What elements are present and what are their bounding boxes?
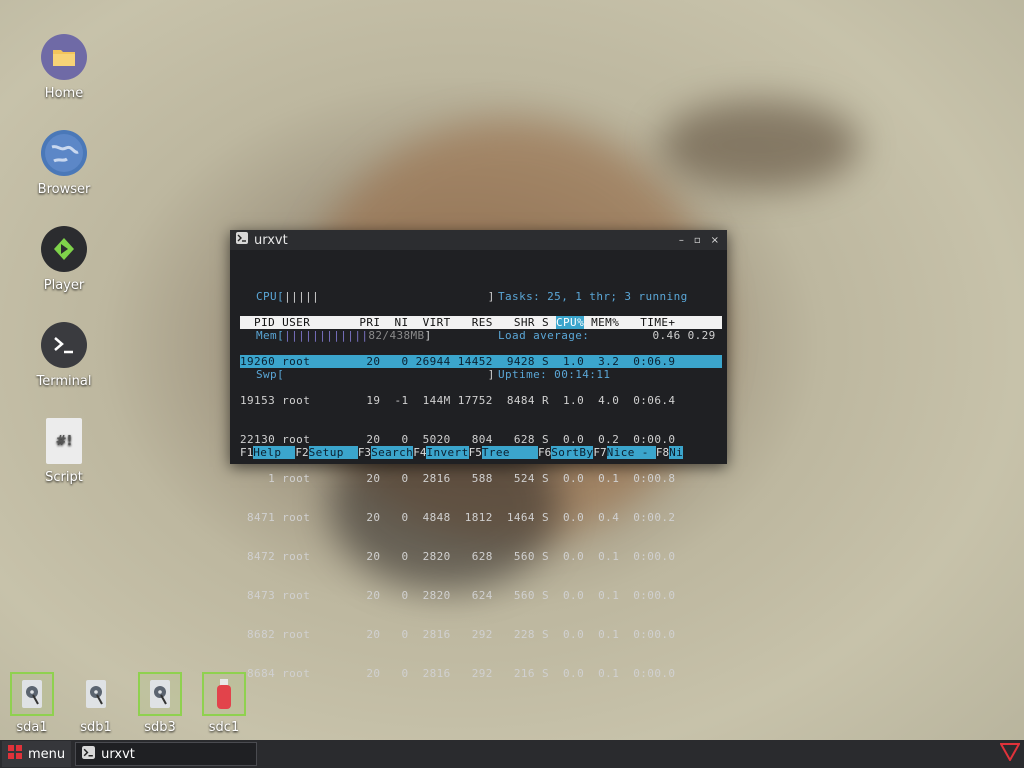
cpu-bar: |||||	[284, 290, 320, 303]
fkey-sortby[interactable]: SortBy	[551, 446, 594, 459]
desktop-icon-label: Browser	[37, 182, 91, 197]
desktop-icon-label: Terminal	[36, 374, 92, 389]
sort-column-cpu[interactable]: CPU%	[556, 316, 585, 329]
fkey-tree[interactable]: Tree	[481, 446, 539, 459]
hard-disk-icon	[138, 672, 182, 716]
taskbar: menu urxvt	[0, 740, 1024, 768]
drive-label: sdb3	[144, 720, 176, 735]
drive-sdb3[interactable]: sdb3	[136, 672, 184, 735]
close-button[interactable]: ×	[711, 235, 719, 246]
hard-disk-icon	[74, 672, 118, 716]
wallpaper-shape	[660, 100, 860, 190]
menu-label: menu	[28, 746, 66, 762]
process-row[interactable]: 8471 root 20 0 4848 1812 1464 S 0.0 0.4 …	[240, 511, 722, 524]
alert-triangle-icon[interactable]	[999, 743, 1021, 765]
terminal-icon	[236, 232, 248, 248]
drive-label: sdb1	[80, 720, 112, 735]
drive-sda1[interactable]: sda1	[8, 672, 56, 735]
process-row[interactable]: 19153 root 19 -1 144M 17752 8484 R 1.0 4…	[240, 394, 722, 407]
drive-label: sdc1	[208, 720, 240, 735]
task-label: urxvt	[101, 746, 135, 762]
desktop-icon-label: Home	[44, 86, 84, 101]
terminal-window[interactable]: urxvt – ▫ × CPU[||||| ] Mem[||||||||||||…	[230, 230, 727, 680]
process-row[interactable]: 8473 root 20 0 2820 624 560 S 0.0 0.1 0:…	[240, 589, 722, 602]
window-title: urxvt	[254, 232, 288, 248]
process-row[interactable]: 8472 root 20 0 2820 628 560 S 0.0 0.1 0:…	[240, 550, 722, 563]
fkey-nice-minus[interactable]: Nice -	[606, 446, 656, 459]
process-list[interactable]: 19260 root 20 0 26944 14452 9428 S 1.0 3…	[240, 329, 722, 706]
desktop-icon-terminal[interactable]: Terminal	[28, 322, 100, 389]
terminal-content[interactable]: CPU[||||| ] Mem[||||||||||||82/438MB] Sw…	[240, 252, 725, 680]
process-row[interactable]: 22130 root 20 0 5020 804 628 S 0.0 0.2 0…	[240, 433, 722, 446]
desktop-icon-script[interactable]: #! Script	[28, 418, 100, 485]
fkey-setup[interactable]: Setup	[308, 446, 358, 459]
fkey-invert[interactable]: Invert	[426, 446, 469, 459]
fkey-help[interactable]: Help	[253, 446, 296, 459]
play-icon	[41, 226, 87, 272]
hard-disk-icon	[10, 672, 54, 716]
fkey-search[interactable]: Search	[371, 446, 414, 459]
taskbar-task-urxvt[interactable]: urxvt	[75, 742, 258, 766]
menu-button[interactable]: menu	[2, 741, 72, 767]
maximize-button[interactable]: ▫	[694, 235, 701, 246]
desktop-icon-label: Player	[43, 278, 85, 293]
drive-sdb1[interactable]: sdb1	[72, 672, 120, 735]
cpu-meter: CPU[||||| ]	[256, 290, 495, 303]
drive-label: sda1	[16, 720, 48, 735]
desktop-icon-browser[interactable]: Browser	[28, 130, 100, 197]
minimize-button[interactable]: –	[679, 235, 684, 246]
tasks-line: Tasks: 25, 1 thr; 3 running	[498, 290, 688, 303]
desktop-icon-label: Script	[45, 470, 83, 485]
terminal-icon	[82, 745, 96, 763]
grid-icon	[8, 745, 22, 763]
process-row[interactable]: 8682 root 20 0 2816 292 228 S 0.0 0.1 0:…	[240, 628, 722, 641]
fkey-nice-plus[interactable]: Ni	[669, 446, 684, 459]
terminal-icon	[41, 322, 87, 368]
globe-icon	[41, 130, 87, 176]
window-titlebar[interactable]: urxvt – ▫ ×	[230, 230, 727, 250]
process-table-header[interactable]: PID USER PRI NI VIRT RES SHR S CPU% MEM%…	[240, 316, 722, 329]
folder-icon	[41, 34, 87, 80]
process-row[interactable]: 8684 root 20 0 2816 292 216 S 0.0 0.1 0:…	[240, 667, 722, 680]
desktop-icon-home[interactable]: Home	[28, 34, 100, 101]
process-row[interactable]: 1 root 20 0 2816 588 524 S 0.0 0.1 0:00.…	[240, 472, 722, 485]
function-key-bar: F1 Help F2 Setup F3 Search F4 Invert F5 Tree …	[240, 446, 684, 459]
process-row[interactable]: 19260 root 20 0 26944 14452 9428 S 1.0 3…	[240, 355, 722, 368]
desktop-icon-player[interactable]: Player	[28, 226, 100, 293]
script-file-icon: #!	[46, 418, 82, 464]
